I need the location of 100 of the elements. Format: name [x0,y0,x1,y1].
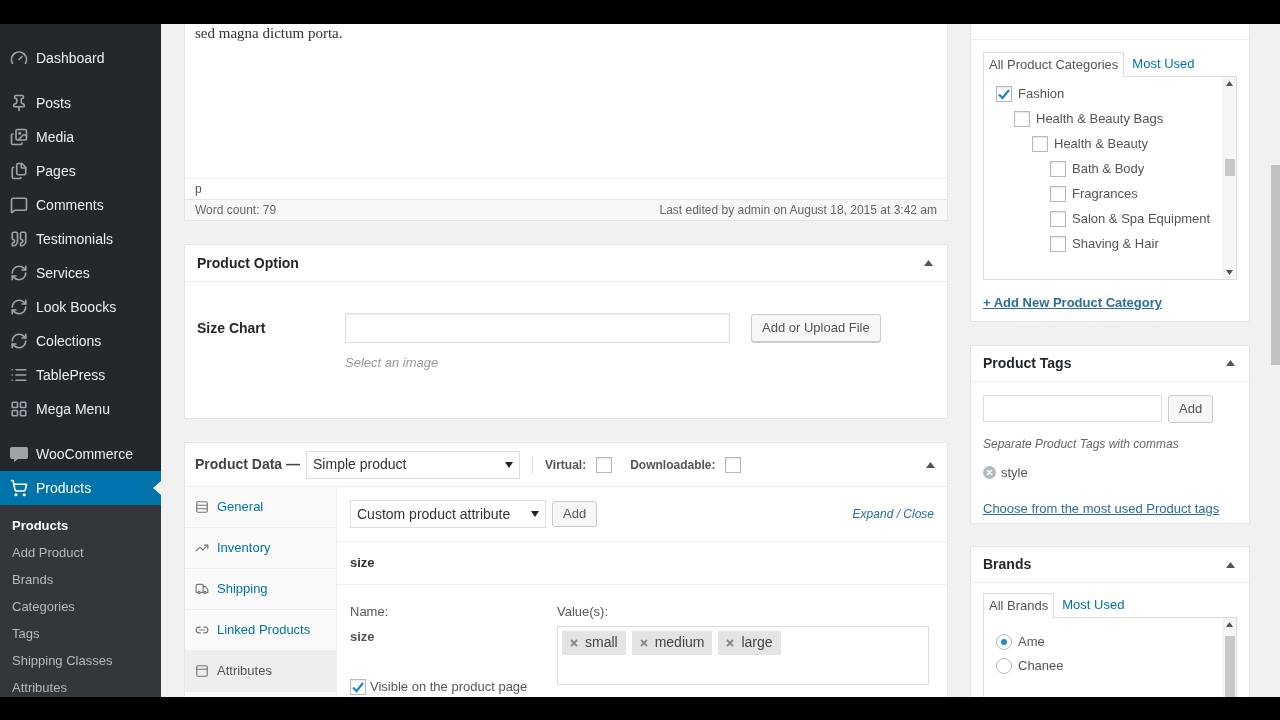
upload-button[interactable]: Add or Upload File [751,314,881,342]
editor-text[interactable]: sed magna dictum porta. [195,24,937,43]
category-label: Shaving & Hair [1072,236,1159,251]
values-label: Value(s): [557,603,610,621]
option-label: Virtual: [545,456,587,474]
checkbox[interactable] [1032,135,1048,152]
sidebar-item[interactable]: Comments [0,188,161,222]
remove-icon[interactable] [726,638,735,647]
product-data-tab[interactable]: Shipping [185,569,336,610]
value-token[interactable]: small [562,630,626,655]
cart-icon [10,479,28,497]
refresh-icon [10,332,28,350]
word-count: Word count: 79 [195,202,277,219]
remove-icon[interactable] [983,465,996,479]
sidebar-item[interactable]: Pages [0,154,161,188]
radio-button[interactable] [996,634,1012,650]
checkbox[interactable] [996,85,1012,102]
add-category-link[interactable]: + Add New Product Category [983,293,1237,313]
pages-icon [10,162,28,180]
sidebar-item[interactable]: Services [0,256,161,290]
submenu-item[interactable]: Attributes [0,674,161,697]
checkbox[interactable] [1050,185,1066,202]
category-label: Fashion [1018,86,1065,101]
checkbox[interactable] [1050,160,1066,177]
sidebar-item[interactable]: Posts [0,86,161,120]
category-label: Fragrances [1072,186,1138,201]
triangle-icon [923,260,933,266]
expand-close-link[interactable]: Expand / Close [852,505,934,523]
brand-tab[interactable]: Most Used [1057,592,1130,617]
list-icon [195,500,209,514]
option-label: Downloadable: [630,456,716,474]
attribute-select[interactable]: Custom product attribute [350,500,546,528]
brand-label: Ame [1018,633,1045,652]
product-data-tab[interactable]: Attributes [185,651,336,692]
tag-input[interactable] [983,395,1162,423]
table-icon [10,366,28,384]
grid-icon [10,400,28,418]
value-token[interactable]: large [718,630,781,655]
values-field[interactable]: small medium large [557,625,929,685]
remove-icon[interactable] [639,638,648,647]
category-tab[interactable]: Most Used [1127,51,1200,76]
scrollbar[interactable] [1222,618,1236,697]
radio-button[interactable] [996,658,1012,674]
product-data-tab[interactable]: Inventory [185,528,336,569]
category-label: Salon & Spa Equipment [1072,211,1211,226]
submenu-item[interactable]: Tags [0,620,161,647]
checkbox[interactable] [725,456,742,473]
sidebar-item[interactable]: Mega Menu [0,392,161,426]
element-path: p [195,181,202,198]
category-tab[interactable]: All Product Categories [983,52,1125,77]
attribute-heading[interactable]: size [350,553,375,573]
comment-icon [10,196,28,214]
checkbox[interactable] [1050,235,1066,252]
most-used-tags-link[interactable]: Choose from the most used Product tags [983,499,1237,519]
add-tag-button[interactable]: Add [1168,394,1214,423]
checkbox[interactable] [1014,110,1030,127]
sidebar-item[interactable]: Products [0,471,161,505]
scroll-up-icon[interactable] [1225,81,1233,86]
scroll-up-icon[interactable] [1225,622,1233,627]
remove-icon[interactable] [570,638,578,647]
product-data-tab[interactable]: General [185,487,336,528]
value-token[interactable]: medium [631,630,713,655]
checkbox[interactable] [350,678,366,695]
gauge-icon [10,49,28,67]
sidebar-item[interactable]: Testimonials [0,222,161,256]
brand-tab[interactable]: All Brands [983,593,1055,618]
add-attribute-button[interactable]: Add [552,501,598,527]
refresh-icon [10,298,28,316]
image-url-field[interactable] [345,313,730,343]
triangle-icon [1225,561,1235,568]
sidebar-item[interactable]: WooCommerce [0,437,161,471]
scrollbar-thumb[interactable] [1225,636,1235,697]
triangle-icon [925,461,935,468]
card-title: Brands [983,555,1032,574]
scrollbar-thumb[interactable] [1225,159,1235,176]
sidebar-item[interactable]: Look Boocks [0,290,161,324]
scroll-down-icon[interactable] [1225,270,1233,275]
category-label: Health & Beauty [1054,136,1148,151]
submenu-item[interactable]: Categories [0,593,161,620]
submenu-item[interactable]: Brands [0,566,161,593]
sidebar-item[interactable]: TablePress [0,358,161,392]
checkbox[interactable] [596,456,613,473]
sidebar-item[interactable]: Media [0,120,161,154]
scrollbar-thumb[interactable] [1271,165,1280,365]
card-title: Product Option [197,253,299,273]
sidebar-item[interactable]: Dashboard [0,41,161,75]
product-type-select[interactable]: Simple product [306,450,520,479]
submenu-item[interactable]: Shipping Classes [0,647,161,674]
images-icon [10,128,28,146]
panel-icon [195,664,209,678]
field-label: Size Chart [197,319,267,338]
scrollbar[interactable] [1222,77,1236,279]
tags-hint: Separate Product Tags with commas [983,435,1180,453]
attribute-name: size [350,627,376,646]
sidebar-item[interactable]: Colections [0,324,161,358]
caret-icon [531,511,539,517]
submenu-item[interactable]: Add Product [0,539,161,566]
name-label: Name: [350,603,390,621]
submenu-item[interactable]: Products [0,512,161,539]
checkbox[interactable] [1050,210,1066,227]
